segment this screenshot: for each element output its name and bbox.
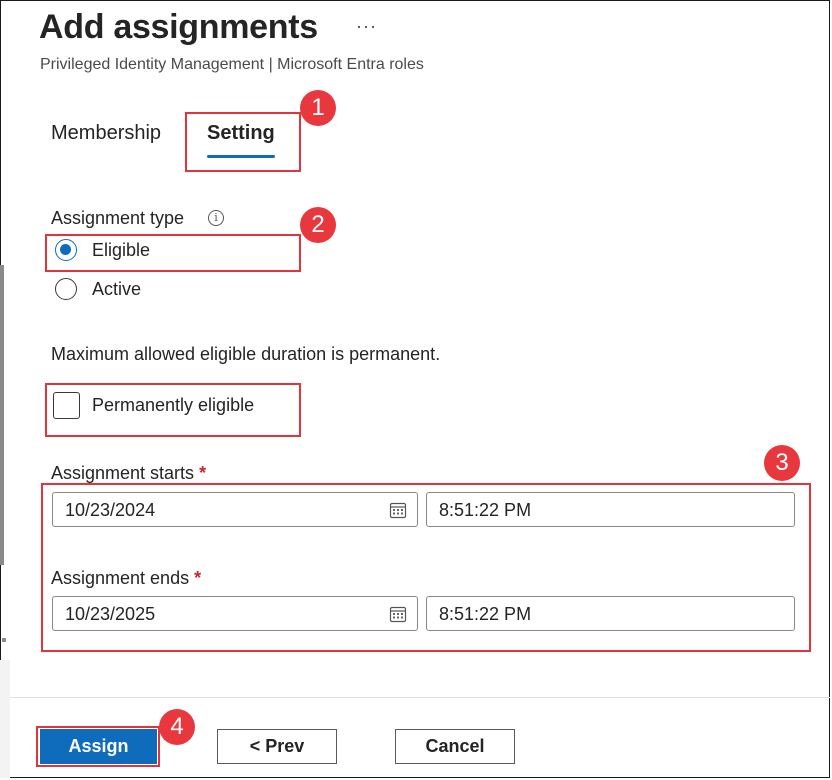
left-edge-tick — [2, 638, 6, 642]
step-badge-2: 2 — [300, 207, 336, 243]
footer-divider — [10, 697, 830, 698]
assignment-type-label: Assignment type — [51, 208, 185, 228]
assignment-starts-text: Assignment starts — [51, 463, 195, 483]
tab-membership[interactable]: Membership — [51, 122, 161, 145]
required-mark: * — [199, 463, 207, 483]
duration-note: Maximum allowed eligible duration is per… — [51, 344, 441, 364]
assignment-starts-label: Assignment starts * — [51, 463, 206, 484]
radio-active[interactable] — [55, 278, 77, 300]
highlight-box-setting-tab — [185, 112, 301, 172]
info-icon[interactable]: i — [208, 210, 224, 226]
cancel-button[interactable]: Cancel — [395, 729, 515, 764]
highlight-box-eligible — [45, 234, 301, 272]
left-footer-shade — [0, 660, 10, 778]
page-title: Add assignments — [39, 8, 318, 46]
highlight-box-permanent — [45, 383, 301, 437]
step-badge-4: 4 — [159, 709, 195, 745]
left-scroll-edge — [0, 265, 4, 565]
more-options-icon[interactable]: ··· — [356, 16, 377, 37]
prev-button[interactable]: < Prev — [217, 729, 337, 764]
highlight-box-dates — [41, 483, 811, 652]
radio-active-label: Active — [92, 279, 142, 299]
highlight-box-assign — [36, 726, 160, 767]
step-badge-1: 1 — [300, 90, 336, 126]
breadcrumb-subtitle: Privileged Identity Management | Microso… — [40, 56, 424, 73]
step-badge-3: 3 — [764, 445, 800, 481]
